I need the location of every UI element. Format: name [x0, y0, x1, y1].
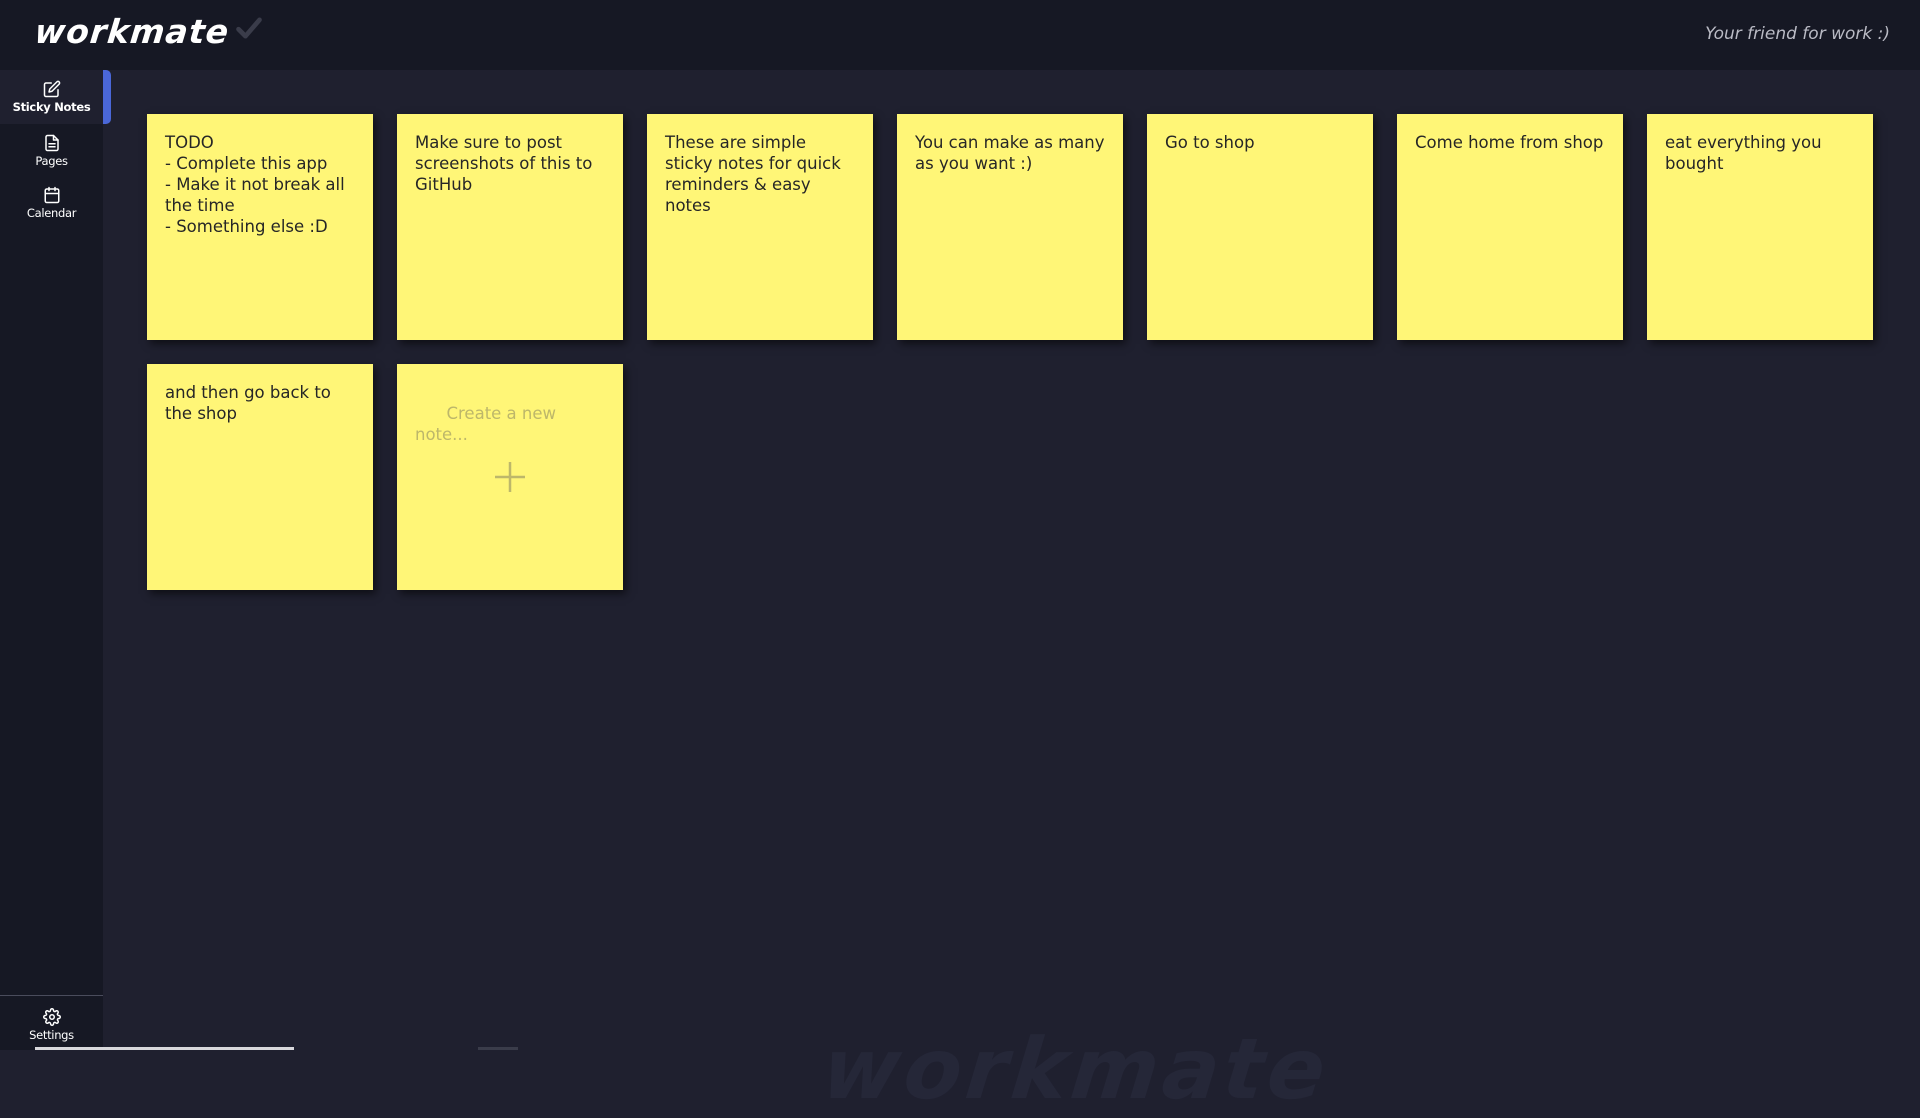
sticky-note[interactable]: eat everything you bought — [1647, 114, 1873, 340]
tagline: Your friend for work :) — [1705, 24, 1890, 44]
sidebar-item-calendar[interactable]: Calendar — [0, 176, 103, 230]
sticky-note[interactable]: Come home from shop — [1397, 114, 1623, 340]
sticky-note[interactable]: TODO - Complete this app - Make it not b… — [147, 114, 373, 340]
gear-icon — [42, 1008, 61, 1026]
main-content: TODO - Complete this app - Make it not b… — [103, 70, 1920, 1118]
sidebar-divider — [0, 995, 103, 996]
new-note-placeholder: Create a new note... — [415, 404, 562, 444]
sticky-note[interactable]: These are simple sticky notes for quick … — [647, 114, 873, 340]
watermark-logo: workmate — [817, 1020, 1335, 1118]
calendar-icon — [44, 186, 59, 204]
sidebar-item-pages[interactable]: Pages — [0, 124, 103, 178]
sidebar-item-sticky-notes[interactable]: Sticky Notes — [0, 70, 111, 124]
sticky-note[interactable]: You can make as many as you want :) — [897, 114, 1123, 340]
sidebar-item-label: Sticky Notes — [12, 100, 91, 114]
sticky-note[interactable]: and then go back to the shop — [147, 364, 373, 590]
sticky-notes-grid: TODO - Complete this app - Make it not b… — [147, 114, 1873, 590]
sticky-note[interactable]: Make sure to post screenshots of this to… — [397, 114, 623, 340]
new-note-card[interactable]: Create a new note... — [397, 364, 623, 590]
sidebar: Sticky Notes Pages Calendar Settings — [0, 70, 111, 1050]
plus-icon[interactable] — [493, 460, 527, 494]
app-header: workmate Your friend for work :) — [0, 0, 1920, 70]
settings-label: Settings — [29, 1028, 74, 1042]
sidebar-item-settings[interactable]: Settings — [0, 1000, 103, 1050]
checkmark-icon — [236, 17, 263, 39]
sticky-note[interactable]: Go to shop — [1147, 114, 1373, 340]
sidebar-item-label: Calendar — [26, 206, 77, 220]
file-icon — [44, 134, 59, 152]
app-logo[interactable]: workmate — [32, 12, 263, 51]
edit-icon — [43, 80, 60, 98]
sidebar-item-label: Pages — [35, 154, 68, 168]
logo-text: workmate — [32, 12, 232, 51]
